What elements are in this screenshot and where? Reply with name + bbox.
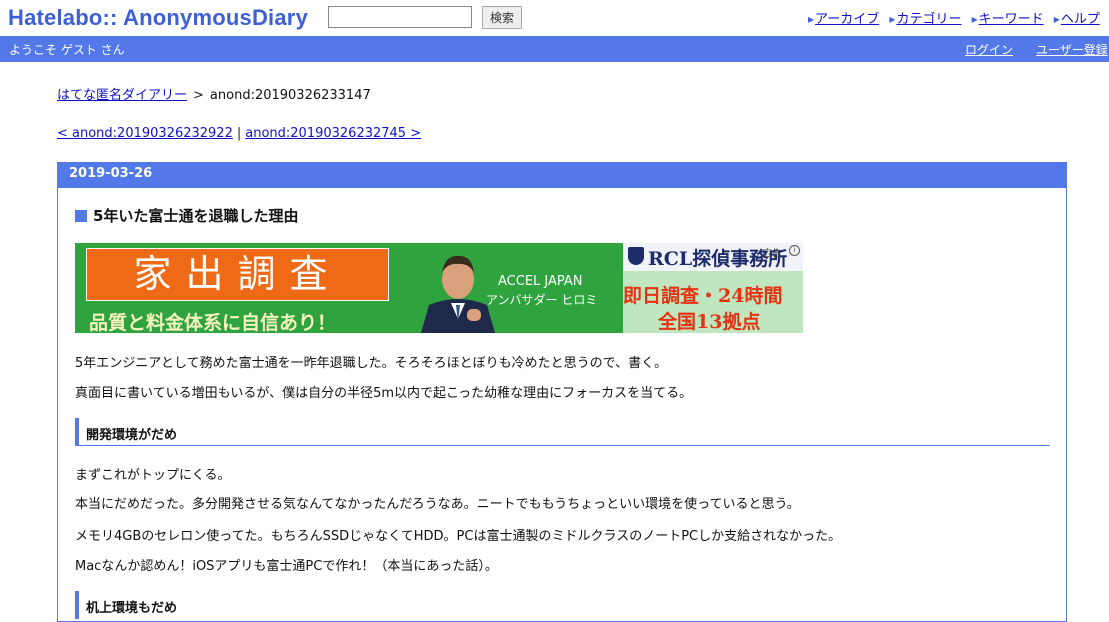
- section-heading: 机上環境もだめ: [75, 591, 1050, 619]
- register-link[interactable]: ユーザー登録: [1036, 41, 1108, 58]
- ad-offer-line2: 全国13拠点: [658, 311, 761, 333]
- ad-offer-line1: 即日調査・24時間: [623, 285, 783, 307]
- section-heading: 開発環境がだめ: [75, 418, 1050, 446]
- login-link[interactable]: ログイン: [965, 41, 1013, 58]
- pager-separator: |: [236, 126, 242, 141]
- breadcrumb-home-link[interactable]: はてな匿名ダイアリー: [57, 88, 187, 103]
- entry-title[interactable]: 5年いた富士通を退職した理由: [75, 205, 298, 226]
- info-icon[interactable]: i: [789, 245, 800, 256]
- body-paragraph: メモリ4GBのセレロン使ってた。もちろんSSDじゃなくてHDD。PCは富士通製の…: [75, 529, 842, 544]
- breadcrumb-current: anond:20190326233147: [209, 88, 371, 103]
- chevron-right-icon: ▸: [808, 12, 815, 26]
- ad-caption-company: ACCEL JAPAN: [498, 274, 583, 289]
- ad-caption-ambassador: アンバサダー ヒロミ: [486, 293, 598, 307]
- nav-help-link[interactable]: ヘルプ: [1061, 12, 1100, 27]
- search-button[interactable]: 検索: [482, 6, 522, 29]
- site-logo[interactable]: Hatelabo:: AnonymousDiary: [8, 5, 308, 31]
- breadcrumb: はてな匿名ダイアリー > anond:20190326233147: [57, 84, 371, 103]
- section-date: 2019-03-26: [58, 163, 1066, 188]
- shield-icon: [628, 247, 644, 265]
- nav-keyword-link[interactable]: キーワード: [979, 12, 1044, 27]
- nav-archive-link[interactable]: アーカイブ: [815, 12, 879, 27]
- prev-entry-link[interactable]: < anond:20190326232922: [57, 126, 233, 141]
- body-paragraph: まずこれがトップにくる。: [75, 468, 231, 483]
- top-bar: Hatelabo:: AnonymousDiary 検索 ▸アーカイブ ▸カテゴ…: [0, 0, 1109, 36]
- body-paragraph: Macなんか認めん！iOSアプリも富士通PCで作れ！（本当にあった話）。: [75, 559, 498, 574]
- top-nav: ▸アーカイブ ▸カテゴリー ▸キーワード ▸ヘルプ: [808, 8, 1106, 27]
- chevron-right-icon: ▸: [1053, 12, 1060, 26]
- chevron-right-icon: ▸: [889, 12, 896, 26]
- user-bar: ようこそ ゲスト さん ログイン ユーザー登録: [0, 36, 1109, 62]
- chevron-right-icon: ▸: [971, 12, 978, 26]
- breadcrumb-separator: >: [193, 88, 204, 103]
- body-paragraph: 5年エンジニアとして務めた富士通を一昨年退職した。そろそろほとぼりも冷めたと思う…: [75, 356, 668, 371]
- entry-pager: < anond:20190326232922 | anond:20190326232…: [57, 126, 421, 141]
- search-input[interactable]: [328, 6, 472, 28]
- ad-subline: 品質と料金体系に自信あり！: [89, 312, 337, 333]
- ad-banner[interactable]: 家出調査 品質と料金体系に自信あり！ ACCEL JAPAN アンバサダー ヒロ…: [75, 243, 803, 333]
- entry-title-text: 5年いた富士通を退職した理由: [93, 207, 299, 225]
- next-entry-link[interactable]: anond:20190326232745 >: [245, 126, 421, 141]
- welcome-text: ようこそ ゲスト さん: [9, 43, 125, 57]
- ad-badge: 広告: [762, 249, 782, 260]
- diary-section: 2019-03-26 5年いた富士通を退職した理由 家出調査 品質と料金体系に自…: [57, 162, 1067, 622]
- nav-category-link[interactable]: カテゴリー: [896, 12, 961, 27]
- ad-headline: 家出調査: [86, 248, 389, 301]
- body-paragraph: 真面目に書いている増田もいるが、僕は自分の半径5m以内で起こった幼稚な理由にフォ…: [75, 386, 693, 401]
- square-bullet-icon: [75, 210, 87, 222]
- body-paragraph: 本当にだめだった。多分開発させる気なんてなかったんだろうなあ。ニートでももうちょ…: [75, 497, 800, 512]
